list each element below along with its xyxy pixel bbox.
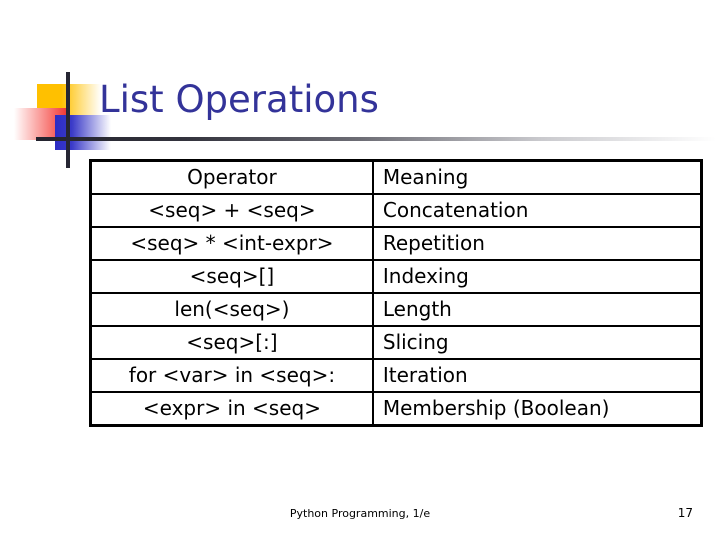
table-row: len(<seq>) Length: [89, 292, 703, 327]
table-row: <seq> + <seq> Concatenation: [89, 193, 703, 228]
table-row: <seq>[] Indexing: [89, 259, 703, 294]
cell-meaning: Membership (Boolean): [371, 391, 703, 427]
cell-meaning: Repetition: [371, 226, 703, 261]
footer-page-number: 17: [677, 506, 693, 520]
cell-meaning: Length: [371, 292, 703, 327]
cell-operator: <seq> + <seq>: [89, 193, 374, 228]
cell-operator: <seq> * <int-expr>: [89, 226, 374, 261]
list-operations-table: Operator Meaning <seq> + <seq> Concatena…: [89, 159, 703, 427]
column-header-operator: Operator: [89, 159, 374, 195]
vertical-rule-divider: [66, 72, 70, 168]
column-header-meaning: Meaning: [371, 159, 703, 195]
table-row: <seq> * <int-expr> Repetition: [89, 226, 703, 261]
cell-meaning: Slicing: [371, 325, 703, 360]
page-title: List Operations: [99, 78, 379, 121]
table-header-row: Operator Meaning: [89, 159, 703, 195]
cell-operator: <expr> in <seq>: [89, 391, 374, 427]
cell-meaning: Concatenation: [371, 193, 703, 228]
table-row: <seq>[:] Slicing: [89, 325, 703, 360]
cell-operator: <seq>[]: [89, 259, 374, 294]
cell-operator: <seq>[:]: [89, 325, 374, 360]
cell-meaning: Iteration: [371, 358, 703, 393]
cell-operator: for <var> in <seq>:: [89, 358, 374, 393]
horizontal-rule-divider: [36, 137, 716, 141]
table-row: <expr> in <seq> Membership (Boolean): [89, 391, 703, 427]
table-row: for <var> in <seq>: Iteration: [89, 358, 703, 393]
cell-operator: len(<seq>): [89, 292, 374, 327]
cell-meaning: Indexing: [371, 259, 703, 294]
footer-note: Python Programming, 1/e: [289, 507, 431, 520]
